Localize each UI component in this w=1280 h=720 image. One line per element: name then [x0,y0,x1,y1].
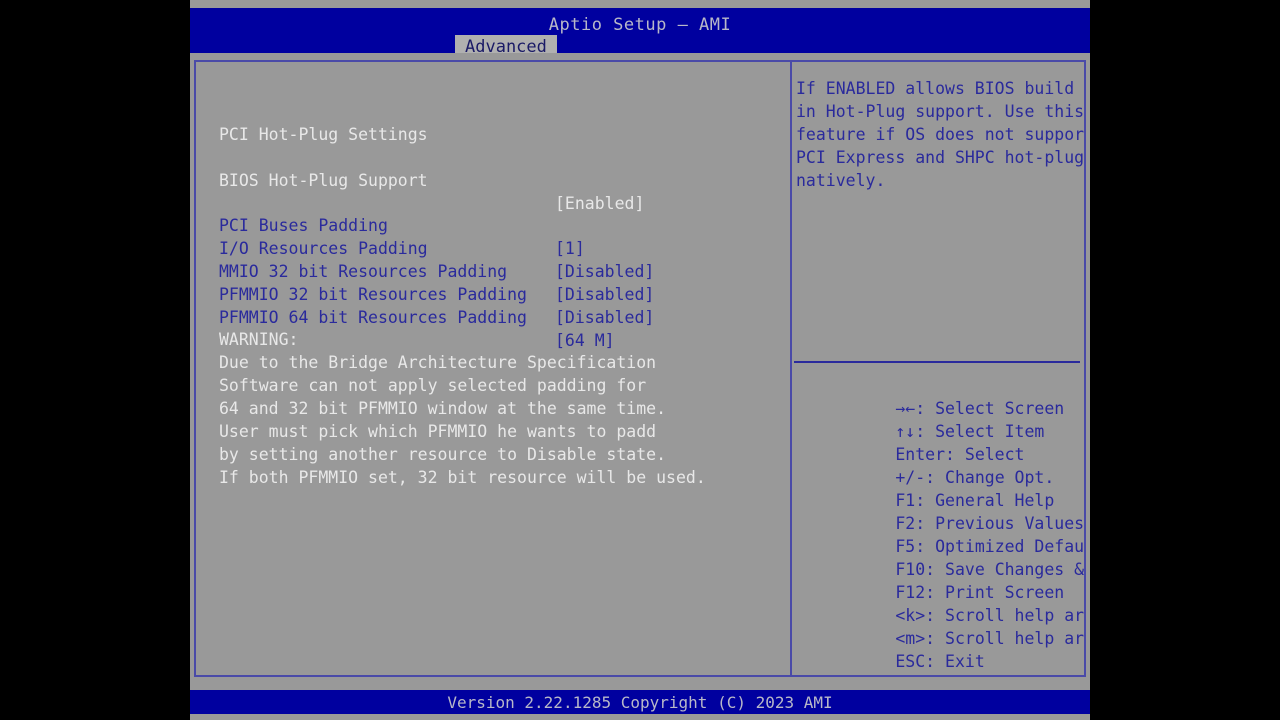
nav-item-optimized-defaults: F5: Optimized Defaults [796,512,1084,556]
setting-row[interactable]: PFMMIO 32 bit Resources Padding [Disable… [196,260,654,327]
setting-value-pci-buses-padding[interactable]: [1] [555,237,585,260]
settings-pane: PCI Hot-Plug Settings BIOS Hot-Plug Supp… [196,62,790,675]
nav-item-scroll-help-up: <k>: Scroll help area upwards [796,581,1084,625]
help-text-line: natively. [796,171,886,190]
setting-value-io-resources-padding[interactable]: [Disabled] [555,260,654,283]
title-bar: Aptio Setup – AMI Advanced [190,8,1090,59]
bios-console: Aptio Setup – AMI Advanced PCI Hot-Plug … [190,0,1090,720]
warning-line: If both PFMMIO set, 32 bit resource will… [219,468,706,487]
nav-item-select-screen: →←: Select Screen [796,374,1064,418]
setting-value-pfmmio-32-bit-resources-padding[interactable]: [Disabled] [555,306,654,329]
warning-line: 64 and 32 bit PFMMIO window at the same … [219,399,667,418]
nav-item-enter: Enter: Select [796,420,1024,464]
version-text: Version 2.22.1285 Copyright (C) 2023 AMI [447,693,833,712]
help-text-line: feature if OS does not support [796,125,1084,144]
nav-item-print-screen: F12: Print Screen [796,558,1064,602]
setting-value-bios-hot-plug-support[interactable]: [Enabled] [555,192,644,215]
nav-item-scroll-help-down: <m>: Scroll help area downwards [796,604,1084,648]
setting-label-pfmmio-64-bit-resources-padding: PFMMIO 64 bit Resources Padding [219,308,527,327]
status-bar: Version 2.22.1285 Copyright (C) 2023 AMI [190,690,1090,714]
content-frame: PCI Hot-Plug Settings BIOS Hot-Plug Supp… [194,60,1086,677]
nav-item-save-changes-reset: F10: Save Changes & Reset [796,535,1084,579]
nav-item-select-item: ↑↓: Select Item [796,397,1044,441]
header-spacer [190,53,1090,60]
nav-key-label: ESC [895,652,926,671]
setting-row-selected[interactable]: BIOS Hot-Plug Support [Enabled] [196,146,644,213]
nav-item-change-opt: +/-: Change Opt. [796,443,1054,487]
setting-value-mmio-32-bit-resources-padding[interactable]: [Disabled] [555,283,654,306]
help-text-line: in Hot-Plug support. Use this [796,102,1084,121]
app-title: Aptio Setup – AMI [548,15,732,35]
setting-row[interactable]: I/O Resources Padding [Disabled] [196,214,654,281]
nav-item-label: : Exit [925,652,985,671]
setting-value-pfmmio-64-bit-resources-padding[interactable]: [64 M] [555,329,615,352]
nav-item-previous-values: F2: Previous Values [796,489,1084,533]
help-separator [794,361,1080,363]
setting-label-bios-hot-plug-support: BIOS Hot-Plug Support [219,171,428,190]
warning-line: Software can not apply selected padding … [219,376,647,395]
bios-screen: Aptio Setup – AMI Advanced PCI Hot-Plug … [0,0,1280,720]
help-text-line: PCI Express and SHPC hot-plug [796,148,1084,167]
footer-spacer [190,677,1090,690]
setting-row[interactable]: PCI Buses Padding [1] [196,191,585,258]
section-title: PCI Hot-Plug Settings [219,125,428,144]
help-text-line: If ENABLED allows BIOS build [796,79,1075,98]
warning-line: User must pick which PFMMIO he wants to … [219,422,657,441]
nav-item-exit: ESC: Exit [796,627,984,671]
setting-row[interactable]: MMIO 32 bit Resources Padding [Disabled] [196,237,654,304]
warning-line: Due to the Bridge Architecture Specifica… [219,353,657,372]
warning-heading: WARNING: [219,330,299,349]
setting-row[interactable]: PFMMIO 64 bit Resources Padding [64 M] [196,283,615,350]
help-pane: If ENABLED allows BIOS build in Hot-Plug… [792,62,1084,675]
nav-item-general-help: F1: General Help [796,466,1054,510]
warning-line: by setting another resource to Disable s… [219,445,667,464]
section-title-row: PCI Hot-Plug Settings [196,100,428,144]
